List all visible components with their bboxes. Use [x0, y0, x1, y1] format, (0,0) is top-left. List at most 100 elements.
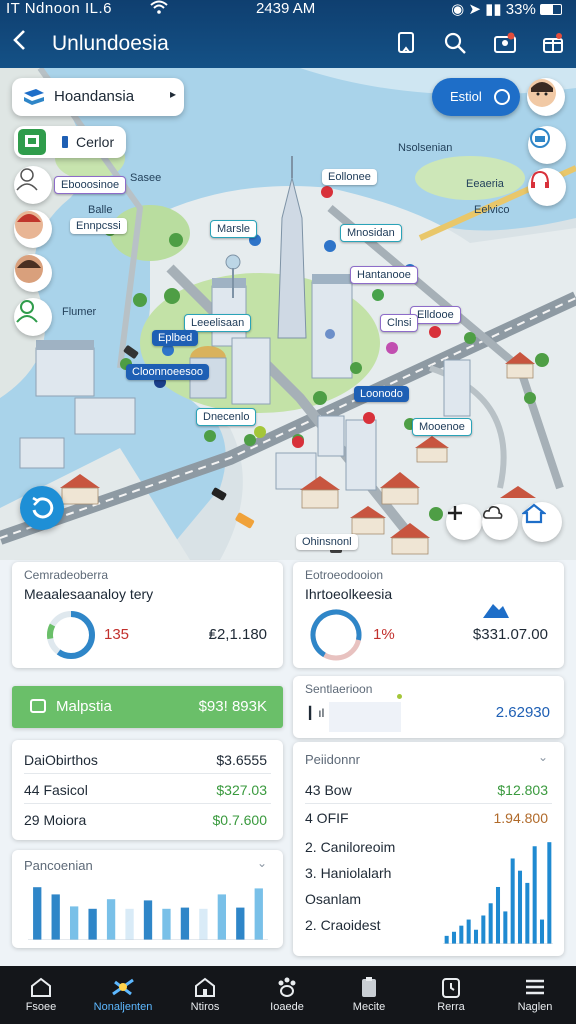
- row-name: 4 OFIF: [305, 810, 349, 826]
- row-name: 43 Bow: [305, 782, 352, 798]
- list-row[interactable]: 43 Bow $12.803: [305, 776, 552, 804]
- map-tag[interactable]: Hantanooe: [350, 266, 418, 284]
- nav-home[interactable]: Fsoee: [0, 966, 82, 1024]
- map-tag[interactable]: Mnosidan: [340, 224, 402, 242]
- nav-menu[interactable]: Naglen: [494, 966, 576, 1024]
- map-tag[interactable]: Ohinsnonl: [296, 534, 358, 550]
- nav-label: Mecite: [352, 1001, 386, 1013]
- summary-card-left[interactable]: Cemradeoberra Meaalesaanaloy tery 135 ₤2…: [12, 562, 283, 668]
- list-card-left[interactable]: DaiObirthos $3.6555 44 Fasicol $327.03 2…: [12, 740, 283, 840]
- ring-value: 1%: [373, 626, 395, 643]
- battery-label: ◉ ➤ ▮▮ 33%: [451, 0, 562, 18]
- map-tag[interactable]: Eollonee: [322, 169, 377, 185]
- nav-clock[interactable]: Rerra: [410, 966, 492, 1024]
- chart-bar: [451, 931, 457, 944]
- summary-card-right[interactable]: Eotroeodooion Ihrtoeolkeesia 1% $331.07.…: [293, 562, 564, 668]
- ranking-item: 2. Caniloreoim: [305, 839, 396, 855]
- status-bar: IT Ndnoon IL.6 2439 AM ◉ ➤ ▮▮ 33%: [0, 0, 576, 20]
- chart-bar: [510, 858, 515, 944]
- chart-bar: [481, 915, 486, 944]
- map-tag[interactable]: Cloonnoeesoo: [126, 364, 209, 380]
- cloud-button[interactable]: [482, 504, 518, 540]
- card-amount: $331.07.00: [472, 626, 548, 643]
- card-caption: Eotroeodooion: [305, 568, 384, 582]
- ranking-list: 2. Caniloreoim 3. Haniolalarh Osanlam 2.…: [305, 834, 395, 938]
- chart-bar: [143, 900, 153, 940]
- place-label: Eeaeria: [466, 178, 504, 190]
- ranking-item: Osanlam: [305, 891, 362, 907]
- map-tag[interactable]: Clnsi: [380, 314, 419, 332]
- list-row[interactable]: 29 Moiora $0.7.600: [24, 806, 271, 834]
- gift-icon[interactable]: [540, 30, 566, 56]
- list-row[interactable]: 44 Fasicol $327.03: [24, 776, 271, 804]
- placeholder-block: [329, 702, 401, 732]
- chart-bar: [254, 888, 263, 940]
- map-tag[interactable]: Marsle: [210, 220, 258, 238]
- highlight-card[interactable]: Malpstia $93! 893K: [12, 686, 283, 728]
- list-row[interactable]: 4 OFIF 1.94.800: [305, 804, 552, 832]
- chart-bar: [466, 919, 471, 944]
- chart-bar: [125, 908, 134, 940]
- map-mode-toggle[interactable]: Estiol: [432, 78, 520, 116]
- person-pin-4[interactable]: [14, 298, 52, 336]
- map-tag[interactable]: Dnecenlo: [196, 408, 257, 426]
- signal-icon: ◉ ➤ ▮▮: [451, 1, 506, 18]
- plus-icon: [448, 506, 462, 520]
- refresh-icon: [32, 496, 54, 519]
- row-name: 29 Moiora: [24, 812, 87, 828]
- home-map-button[interactable]: [522, 502, 562, 542]
- chart-bar: [503, 911, 508, 944]
- map-tag[interactable]: Mooenoe: [412, 418, 472, 436]
- map-tag[interactable]: Eplbed: [152, 330, 199, 346]
- ring-value: 135: [104, 626, 130, 643]
- person-pin-1[interactable]: [14, 166, 52, 204]
- house-outline-icon: [522, 503, 546, 524]
- profile-icon[interactable]: [492, 30, 518, 56]
- bookmark-icon[interactable]: [394, 30, 420, 56]
- chart-bar: [236, 907, 245, 940]
- person-pin-3[interactable]: [14, 254, 52, 292]
- search-icon[interactable]: [442, 30, 468, 56]
- chart-bar: [199, 908, 208, 940]
- place-label: Nsolsenian: [398, 142, 453, 154]
- location-search-chip[interactable]: Hoandansia ▸: [12, 78, 184, 116]
- clock-label: 2439 AM: [256, 0, 316, 17]
- map-tag[interactable]: Loonodo: [354, 386, 409, 402]
- city-map[interactable]: Hoandansia ▸ Cerlor Estiol Nsolsenian Ee…: [0, 68, 576, 560]
- chart-bar: [459, 925, 464, 944]
- row-name: DaiObirthos: [24, 752, 98, 768]
- refresh-button[interactable]: [20, 486, 64, 530]
- layer-dot-icon: [62, 136, 68, 148]
- nav-house[interactable]: Ntiros: [164, 966, 246, 1024]
- list-card-right[interactable]: Peiidonnr ⌄ 43 Bow $12.803 4 OFIF 1.94.8…: [293, 742, 564, 956]
- chart-bar: [51, 894, 60, 940]
- bar-chart-right: [443, 842, 553, 944]
- scan-icon[interactable]: [528, 126, 566, 164]
- card-caption: Sentlaerioon: [305, 682, 373, 696]
- map-tag[interactable]: Ennpcssi: [70, 218, 127, 234]
- progress-ring: [310, 609, 362, 661]
- chart-bar: [495, 886, 501, 944]
- stat-card-right[interactable]: Sentlaerioon ▎ıl 2.62930: [293, 676, 564, 738]
- clock-icon: [442, 978, 460, 998]
- nav-clipboard[interactable]: Mecite: [328, 966, 410, 1024]
- list-row[interactable]: DaiObirthos $3.6555: [24, 746, 271, 774]
- headphones-icon[interactable]: [528, 168, 566, 206]
- map-tag[interactable]: Ebooosinoe: [54, 176, 127, 194]
- nav-location[interactable]: Nonaljenten: [82, 966, 164, 1024]
- nav-label: Fsoee: [25, 1001, 57, 1013]
- chart-bar: [539, 919, 545, 944]
- card-amount: ₤2,1.180: [208, 626, 267, 643]
- zoom-in-button[interactable]: [446, 504, 482, 540]
- folder-icon: [30, 699, 46, 713]
- layer-chip[interactable]: Cerlor: [14, 126, 126, 158]
- nav-pets[interactable]: Ioaede: [246, 966, 328, 1024]
- person-pin-2[interactable]: [14, 210, 52, 248]
- bar-chart-card-left[interactable]: Pancoenian ⌄: [12, 850, 283, 948]
- wifi-icon: [150, 0, 168, 18]
- back-button[interactable]: [10, 28, 34, 58]
- nav-label: Rerra: [437, 1001, 465, 1013]
- user-avatar[interactable]: [527, 78, 565, 116]
- chevron-down-icon: ⌄: [537, 750, 548, 764]
- battery-percent: 33%: [505, 1, 536, 18]
